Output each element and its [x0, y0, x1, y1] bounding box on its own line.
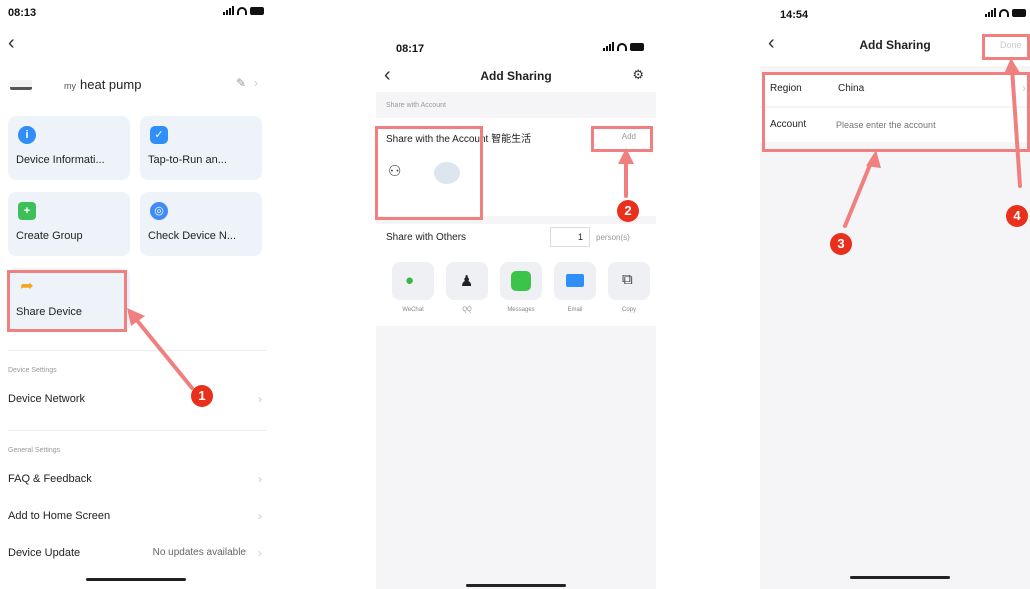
email-share-button[interactable]: [554, 262, 596, 300]
chevron-right-icon: ›: [258, 546, 262, 560]
home-indicator: [466, 584, 566, 587]
highlight-box-form: [762, 72, 1030, 152]
check-icon: ✓: [150, 126, 168, 144]
tile-create-group[interactable]: + Create Group: [8, 192, 130, 256]
wechat-share-button[interactable]: ●: [392, 262, 434, 300]
settings-gear-icon[interactable]: ⚙: [632, 67, 644, 83]
highlight-box-share-device: [7, 270, 127, 332]
device-name: my heat pump: [64, 77, 141, 92]
share-label: Messages: [507, 307, 535, 313]
chevron-right-icon: ›: [258, 509, 262, 523]
step-badge-4: 4: [1006, 205, 1028, 227]
status-time: 14:54: [780, 9, 809, 21]
info-icon: i: [18, 126, 36, 144]
copy-share-button[interactable]: ⧉: [608, 262, 650, 300]
share-label: WeChat: [402, 307, 424, 313]
row-add-to-home-screen[interactable]: Add to Home Screen ›: [8, 509, 264, 530]
status-icons: [223, 6, 264, 15]
divider: [8, 350, 266, 351]
highlight-box-done: [982, 34, 1030, 60]
tile-label: Check Device N...: [148, 230, 237, 242]
wifi-icon: [237, 7, 247, 15]
tile-check-device-network[interactable]: ◎ Check Device N...: [140, 192, 262, 256]
status-time: 08:17: [396, 43, 425, 55]
signal-icon: [603, 42, 614, 51]
signal-icon: [985, 8, 996, 17]
page-title: Add Sharing: [480, 69, 552, 83]
share-with-others-card: Share with Others 1 person(s) ● ♟ ⧉ WeCh…: [376, 224, 656, 326]
status-bar: 08:13: [0, 0, 274, 24]
highlight-box-add: [591, 126, 653, 152]
qq-share-button[interactable]: ♟: [446, 262, 488, 300]
wechat-icon: ●: [405, 272, 415, 289]
signal-icon: [223, 6, 234, 15]
home-indicator: [86, 578, 186, 581]
device-thumbnail: [10, 80, 32, 90]
network-icon: ◎: [150, 202, 168, 220]
edit-pencil-icon[interactable]: ✎: [236, 76, 246, 90]
device-header[interactable]: my heat pump ✎ ›: [8, 72, 264, 98]
messages-icon: [511, 271, 531, 291]
chevron-right-icon: ›: [254, 76, 258, 90]
device-name-prefix: my: [64, 81, 76, 91]
row-label: Device Network: [8, 393, 86, 405]
row-faq-feedback[interactable]: FAQ & Feedback ›: [8, 472, 264, 493]
share-label: QQ: [462, 307, 472, 313]
email-icon: [566, 274, 584, 287]
back-chevron-icon[interactable]: ‹: [8, 32, 15, 55]
persons-unit: person(s): [596, 233, 630, 242]
highlight-box-share-account: [375, 126, 483, 220]
step-badge-2: 2: [617, 200, 639, 222]
row-value: No updates available: [152, 547, 246, 558]
section-header-device-settings: Device Settings: [8, 367, 57, 374]
phone-screen-add-sharing: 08:17 ‹ Add Sharing ⚙ Share with Account…: [376, 0, 656, 589]
home-indicator: [850, 576, 950, 579]
status-bar: 14:54: [760, 2, 1030, 26]
battery-icon: [1012, 9, 1026, 17]
share-with-others-label: Share with Others: [386, 232, 467, 243]
persons-count-input[interactable]: 1: [550, 227, 590, 247]
divider: [8, 430, 266, 431]
status-time: 08:13: [8, 7, 37, 19]
row-device-update[interactable]: Device Update No updates available ›: [8, 546, 264, 567]
battery-icon: [630, 43, 644, 51]
wifi-icon: [999, 9, 1009, 17]
section-header-share-with-account: Share with Account: [386, 102, 446, 109]
group-icon: +: [18, 202, 36, 220]
row-label: Add to Home Screen: [8, 510, 111, 522]
tile-device-information[interactable]: i Device Informati...: [8, 116, 130, 180]
step-badge-3: 3: [830, 233, 852, 255]
battery-icon: [250, 7, 264, 15]
tile-tap-to-run[interactable]: ✓ Tap-to-Run an...: [140, 116, 262, 180]
device-name-text: heat pump: [80, 77, 142, 92]
row-label: Device Update: [8, 547, 81, 559]
wifi-icon: [617, 43, 627, 51]
messages-share-button[interactable]: [500, 262, 542, 300]
row-label: FAQ & Feedback: [8, 473, 92, 485]
status-bar: 08:17: [376, 36, 656, 60]
copy-icon: ⧉: [622, 271, 633, 288]
step-badge-1: 1: [191, 385, 213, 407]
row-device-network[interactable]: Device Network ›: [8, 392, 264, 413]
qq-icon: ♟: [460, 273, 474, 290]
tile-label: Device Informati...: [16, 154, 105, 166]
chevron-right-icon: ›: [258, 472, 262, 486]
section-header-general-settings: General Settings: [8, 447, 61, 454]
share-label: Email: [567, 307, 583, 313]
tile-label: Create Group: [16, 230, 83, 242]
chevron-right-icon: ›: [258, 392, 262, 406]
tile-label: Tap-to-Run an...: [148, 154, 227, 166]
status-icons: [985, 8, 1026, 17]
share-label: Copy: [621, 307, 636, 313]
status-icons: [603, 42, 644, 51]
